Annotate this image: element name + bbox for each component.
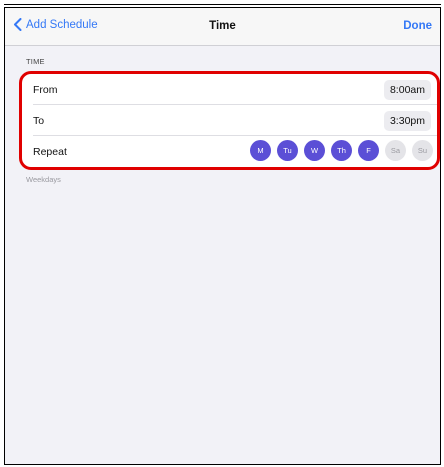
repeat-summary: Weekdays <box>26 175 61 184</box>
top-border-line <box>4 4 441 5</box>
done-button[interactable]: Done <box>403 20 432 32</box>
time-settings-group: From 8:00am To 3:30pm Repeat M Tu W Th F… <box>19 71 440 170</box>
day-toggle-saturday[interactable]: Sa <box>385 140 406 161</box>
day-toggle-thursday[interactable]: Th <box>331 140 352 161</box>
navigation-bar: Add Schedule Time Done <box>5 8 440 46</box>
repeat-row: Repeat M Tu W Th F Sa Su <box>22 136 437 167</box>
day-toggle-friday[interactable]: F <box>358 140 379 161</box>
day-selector: M Tu W Th F Sa Su <box>244 140 433 161</box>
section-header: TIME <box>26 57 45 66</box>
day-toggle-sunday[interactable]: Su <box>412 140 433 161</box>
app-window: Add Schedule Time Done TIME From 8:00am … <box>4 7 441 465</box>
day-toggle-tuesday[interactable]: Tu <box>277 140 298 161</box>
page-title: Time <box>209 20 236 32</box>
from-label: From <box>33 83 58 96</box>
to-label: To <box>33 114 45 127</box>
to-time-picker[interactable]: 3:30pm <box>383 111 431 131</box>
day-toggle-monday[interactable]: M <box>250 140 271 161</box>
from-row[interactable]: From 8:00am <box>22 74 437 105</box>
to-row[interactable]: To 3:30pm <box>22 105 437 136</box>
repeat-label: Repeat <box>33 145 67 158</box>
day-toggle-wednesday[interactable]: W <box>304 140 325 161</box>
from-time-picker[interactable]: 8:00am <box>383 80 431 100</box>
